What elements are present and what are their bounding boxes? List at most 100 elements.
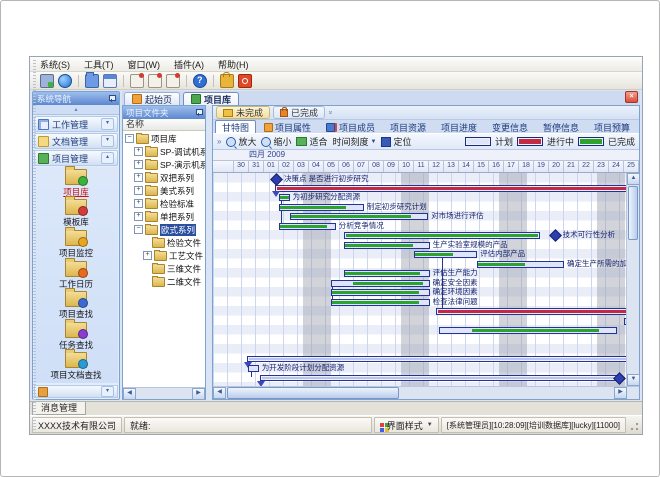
sidebar-item-模板库[interactable]: 模板库 — [63, 199, 89, 228]
tree-node-三维文件[interactable]: 三维文件 — [123, 262, 205, 275]
tab-项目库[interactable]: 项目库 — [183, 92, 239, 105]
chevron-down-icon[interactable]: ▾ — [101, 135, 114, 147]
tool-定位[interactable]: 定位 — [381, 135, 411, 148]
remote-desktop-icon[interactable] — [40, 74, 54, 88]
gantt-bar[interactable] — [331, 289, 430, 296]
tree-node-SP-调试机系[interactable]: +SP-调试机系 — [123, 145, 205, 158]
scrollbar-thumb[interactable] — [628, 186, 638, 240]
tree-node-双把系列[interactable]: +双把系列 — [123, 171, 205, 184]
tree-node-SP-演示机系[interactable]: +SP-演示机系 — [123, 158, 205, 171]
gantt-bar[interactable] — [477, 261, 564, 268]
scroll-left-icon[interactable]: ◀ — [213, 387, 226, 399]
tool-时间刻度[interactable]: 时间刻度▼ — [333, 135, 377, 148]
gantt-bar[interactable] — [624, 318, 626, 325]
mail-alert-icon[interactable] — [166, 74, 180, 88]
gantt-tab-项目预算[interactable]: 项目预算 — [587, 120, 637, 133]
tree-node-二维文件[interactable]: 二维文件 — [123, 275, 205, 288]
chevron-down-icon[interactable]: ▾ — [101, 118, 114, 130]
gantt-tab-变更信息[interactable]: 变更信息 — [485, 120, 535, 133]
filter-未完成[interactable]: 未完成 — [216, 106, 270, 119]
expand-icon[interactable]: + — [134, 173, 143, 182]
close-tab-button[interactable]: × — [625, 91, 638, 103]
scroll-up-icon[interactable]: ▲ — [627, 173, 640, 185]
sidebar-item-项目查找[interactable]: 项目查找 — [59, 291, 93, 320]
tool-缩小[interactable]: 缩小 — [261, 135, 291, 148]
help-icon[interactable] — [193, 74, 207, 88]
tree-node-单把系列[interactable]: +单把系列 — [123, 210, 205, 223]
gantt-bar[interactable] — [279, 223, 336, 230]
scroll-left-icon[interactable]: ◀ — [123, 388, 136, 400]
network-globe-icon[interactable] — [58, 74, 72, 88]
gantt-tab-项目进度[interactable]: 项目进度 — [434, 120, 484, 133]
gantt-bar[interactable] — [247, 356, 626, 362]
sidebar-group-工作管理[interactable]: 工作管理▾ — [34, 116, 118, 132]
gantt-bar[interactable] — [279, 194, 289, 201]
sidebar-item-任务查找[interactable]: 任务查找 — [59, 322, 93, 351]
menu-item-A[interactable]: 插件(A) — [174, 58, 204, 71]
gantt-bar[interactable] — [344, 242, 430, 249]
gantt-bar[interactable] — [439, 327, 617, 334]
sidebar-item-项目监控[interactable]: 项目监控 — [59, 230, 93, 259]
tree-node-工艺文件[interactable]: +工艺文件 — [123, 249, 205, 262]
gantt-bar[interactable] — [248, 365, 258, 372]
scroll-right-icon[interactable]: ▶ — [614, 387, 627, 399]
filter-overflow-chevron-icon[interactable]: » — [326, 111, 333, 115]
sidebar-group-overflow[interactable]: ▾ — [34, 385, 118, 398]
filter-已完成[interactable]: 已完成 — [273, 106, 325, 119]
menu-item-S[interactable]: 系统(S) — [40, 58, 70, 71]
vertical-scrollbar[interactable]: ▲ ▼ — [626, 173, 639, 386]
expand-icon[interactable]: + — [134, 147, 143, 156]
tree-node-检验标准[interactable]: +检验标准 — [123, 197, 205, 210]
gantt-chart-body[interactable]: 决策点 是否进行初步研究为初步研究分配资源制定初步研究计划对市场进行评估分析竞争… — [213, 173, 626, 386]
gantt-bar[interactable] — [275, 185, 626, 192]
gantt-tab-项目资源[interactable]: 项目资源 — [383, 120, 433, 133]
scroll-right-icon[interactable]: ▶ — [192, 388, 205, 400]
gantt-bar[interactable] — [436, 308, 626, 315]
gantt-bar[interactable] — [344, 232, 541, 239]
sidebar-collapse-button[interactable]: ▴ — [33, 105, 119, 115]
gantt-bar[interactable] — [290, 213, 428, 220]
open-folder-icon[interactable] — [85, 74, 99, 88]
tab-起始页[interactable]: 起始页 — [124, 92, 180, 105]
expand-icon[interactable]: + — [134, 212, 143, 221]
tree-node-欧式系列[interactable]: −欧式系列 — [123, 223, 205, 236]
menu-item-T[interactable]: 工具(T) — [84, 58, 114, 71]
gantt-bar[interactable] — [414, 251, 478, 258]
tool-适合[interactable]: 适合 — [296, 135, 327, 148]
scroll-down-icon[interactable]: ▼ — [627, 374, 640, 386]
tree-column-header[interactable]: 名称 — [123, 119, 205, 131]
toolbar-overflow-chevron-icon[interactable]: » — [217, 137, 221, 146]
expand-icon[interactable]: + — [134, 186, 143, 195]
lock-icon[interactable] — [220, 74, 234, 88]
expand-icon[interactable]: + — [134, 160, 143, 169]
gantt-tab-甘特图[interactable]: 甘特图 — [215, 120, 256, 133]
sidebar-group-项目管理[interactable]: 项目管理▴ — [34, 150, 118, 166]
sidebar-group-文档管理[interactable]: 文档管理▾ — [34, 133, 118, 149]
collapse-icon[interactable]: − — [134, 225, 143, 234]
pin-icon[interactable] — [195, 109, 202, 116]
scrollbar-thumb[interactable] — [227, 387, 399, 399]
mail-send-icon[interactable] — [130, 74, 144, 88]
menu-item-H[interactable]: 帮助(H) — [218, 58, 249, 71]
milestone-marker[interactable] — [549, 229, 562, 242]
gantt-tab-项目属性[interactable]: 项目属性 — [257, 120, 318, 133]
mail-receive-icon[interactable] — [148, 74, 162, 88]
gantt-tab-暂停信息[interactable]: 暂停信息 — [536, 120, 586, 133]
gantt-bar[interactable] — [279, 204, 364, 211]
expand-icon[interactable]: + — [143, 251, 152, 260]
gantt-bar[interactable] — [344, 270, 430, 277]
tool-放大[interactable]: 放大 — [226, 135, 256, 148]
sidebar-item-项目文档查找[interactable]: 项目文档查找 — [50, 352, 101, 381]
expand-icon[interactable]: + — [134, 199, 143, 208]
pin-icon[interactable] — [108, 95, 115, 102]
gantt-bar[interactable] — [331, 299, 430, 306]
tree-node-美式系列[interactable]: +美式系列 — [123, 184, 205, 197]
gantt-bar[interactable] — [331, 280, 430, 287]
menu-item-W[interactable]: 窗口(W) — [128, 58, 161, 71]
tree-node-检验文件[interactable]: 检验文件 — [123, 236, 205, 249]
panel-splitter[interactable] — [208, 105, 210, 400]
sidebar-item-工作日历[interactable]: 工作日历 — [59, 261, 93, 290]
tree-horizontal-scrollbar[interactable]: ◀ ▶ — [123, 387, 205, 399]
chevron-up-icon[interactable]: ▴ — [101, 152, 114, 164]
gantt-bar[interactable] — [260, 375, 618, 381]
